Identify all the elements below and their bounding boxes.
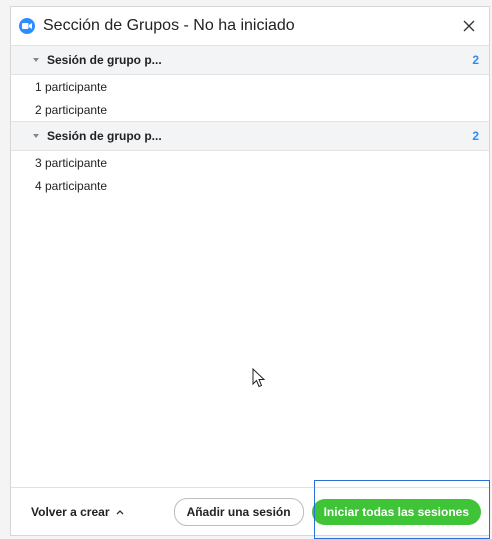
close-icon[interactable]: [459, 16, 479, 36]
group-name: Sesión de grupo p...: [47, 129, 162, 143]
recreate-button[interactable]: Volver a crear: [31, 505, 174, 519]
group-name: Sesión de grupo p...: [47, 53, 162, 67]
title-bar: Sección de Grupos - No ha iniciado: [11, 7, 489, 45]
group-count: 2: [472, 129, 479, 143]
participant-item[interactable]: 4 participante: [11, 174, 489, 197]
participant-item[interactable]: 3 participante: [11, 151, 489, 174]
chevron-up-icon: [116, 509, 123, 514]
breakout-rooms-window: Sección de Grupos - No ha iniciado Sesió…: [10, 6, 490, 536]
group-count: 2: [472, 53, 479, 67]
recreate-label: Volver a crear: [31, 504, 110, 519]
add-session-button[interactable]: Añadir una sesión: [173, 497, 304, 526]
group-header-2[interactable]: Sesión de grupo p... 2: [11, 121, 489, 151]
participant-item[interactable]: 2 participante: [11, 98, 489, 121]
footer-bar: Volver a crear Añadir una sesión Iniciar…: [11, 487, 489, 535]
start-all-sessions-button[interactable]: Iniciar todas las sesiones: [311, 498, 481, 525]
collapse-caret-icon[interactable]: [33, 58, 39, 62]
window-title: Sección de Grupos - No ha iniciado: [43, 17, 295, 34]
group-header-1[interactable]: Sesión de grupo p... 2: [11, 45, 489, 75]
participant-item[interactable]: 1 participante: [11, 75, 489, 98]
mouse-cursor-icon: [252, 368, 266, 388]
collapse-caret-icon[interactable]: [33, 134, 39, 138]
zoom-app-icon: [19, 18, 35, 34]
